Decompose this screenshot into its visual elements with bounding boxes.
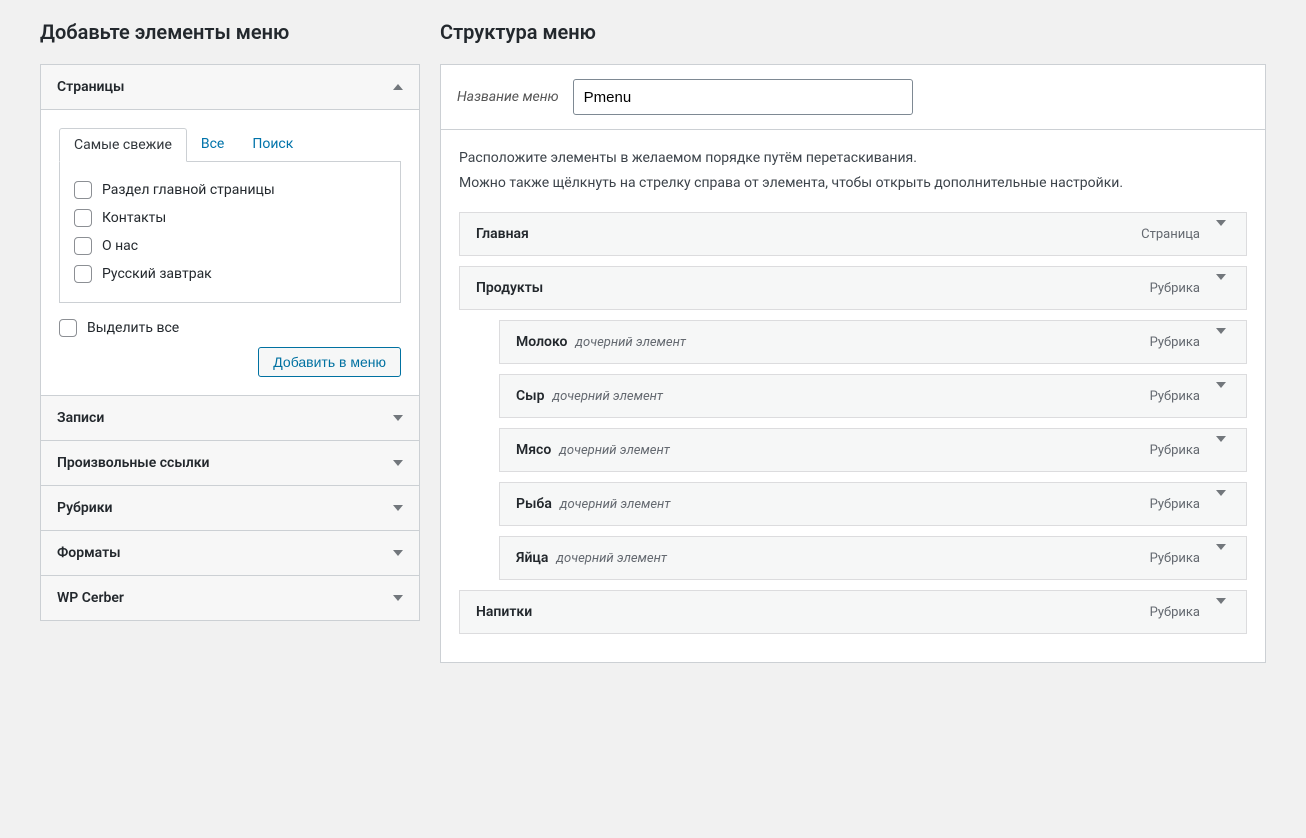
pages-tabs: Самые свежие Все Поиск: [59, 128, 401, 162]
menu-item-title: Молоко: [516, 334, 567, 350]
panel-customlinks-label: Произвольные ссылки: [57, 455, 210, 471]
panel-pages-body: Самые свежие Все Поиск Раздел главной ст…: [41, 110, 419, 396]
pages-tab-panel: Раздел главной страницы Контакты О нас Р…: [59, 161, 401, 303]
menu-item-type: Рубрика: [1150, 443, 1200, 458]
chevron-down-icon: [1216, 328, 1226, 350]
checkbox-icon[interactable]: [74, 265, 92, 283]
panel-formats-label: Форматы: [57, 545, 121, 561]
menu-item-title: Яйца: [516, 550, 548, 566]
menu-item-type: Рубрика: [1150, 335, 1200, 350]
menu-name-input[interactable]: [573, 79, 913, 115]
panel-posts-label: Записи: [57, 410, 104, 426]
panel-pages-label: Страницы: [57, 79, 124, 95]
page-item-label: Контакты: [102, 210, 166, 226]
menu-item-title: Рыба: [516, 496, 552, 512]
menu-item-toggle[interactable]: [1212, 226, 1230, 242]
menu-item-sublabel: дочерний элемент: [575, 335, 686, 350]
tab-search[interactable]: Поиск: [238, 128, 307, 162]
panel-categories-header[interactable]: Рубрики: [41, 486, 419, 531]
chevron-down-icon: [393, 550, 403, 556]
menu-item-sublabel: дочерний элемент: [556, 551, 667, 566]
menu-items-list: Главная Страница Продукты Рубрика: [459, 212, 1247, 634]
menu-item-title: Мясо: [516, 442, 551, 458]
chevron-down-icon: [1216, 598, 1226, 620]
chevron-down-icon: [1216, 220, 1226, 242]
chevron-down-icon: [1216, 274, 1226, 296]
menu-item-toggle[interactable]: [1212, 442, 1230, 458]
menu-item-type: Рубрика: [1150, 551, 1200, 566]
structure-heading: Структура меню: [440, 20, 1266, 44]
chevron-down-icon: [1216, 382, 1226, 404]
menu-item-title: Сыр: [516, 388, 544, 404]
panel-posts-header[interactable]: Записи: [41, 396, 419, 441]
menu-item[interactable]: Продукты Рубрика: [459, 266, 1247, 310]
chevron-up-icon: [393, 84, 403, 90]
checkbox-icon[interactable]: [59, 319, 77, 337]
select-all-label: Выделить все: [87, 320, 179, 336]
chevron-down-icon: [1216, 436, 1226, 458]
menu-item-type: Рубрика: [1150, 497, 1200, 512]
panel-categories-label: Рубрики: [57, 500, 112, 516]
tab-recent[interactable]: Самые свежие: [59, 128, 187, 162]
menu-item[interactable]: Молоко дочерний элемент Рубрика: [499, 320, 1247, 364]
menu-item[interactable]: Рыба дочерний элемент Рубрика: [499, 482, 1247, 526]
page-item[interactable]: Раздел главной страницы: [74, 176, 386, 204]
menu-item-sublabel: дочерний элемент: [552, 389, 663, 404]
page-item[interactable]: Русский завтрак: [74, 260, 386, 288]
menu-item-toggle[interactable]: [1212, 604, 1230, 620]
menu-item-toggle[interactable]: [1212, 550, 1230, 566]
menu-item-title: Напитки: [476, 604, 532, 620]
menu-name-bar: Название меню: [440, 64, 1266, 130]
add-elements-heading: Добавьте элементы меню: [40, 20, 420, 44]
menu-name-label: Название меню: [457, 89, 559, 105]
menu-item-toggle[interactable]: [1212, 496, 1230, 512]
panel-wpcerber-label: WP Cerber: [57, 590, 124, 606]
panel-formats-header[interactable]: Форматы: [41, 531, 419, 576]
page-item[interactable]: О нас: [74, 232, 386, 260]
menu-item[interactable]: Главная Страница: [459, 212, 1247, 256]
menu-item-type: Рубрика: [1150, 389, 1200, 404]
chevron-down-icon: [1216, 544, 1226, 566]
menu-item[interactable]: Напитки Рубрика: [459, 590, 1247, 634]
chevron-down-icon: [1216, 490, 1226, 512]
add-to-menu-button[interactable]: Добавить в меню: [258, 347, 401, 377]
checkbox-icon[interactable]: [74, 237, 92, 255]
checkbox-icon[interactable]: [74, 181, 92, 199]
menu-item[interactable]: Мясо дочерний элемент Рубрика: [499, 428, 1247, 472]
menu-item[interactable]: Сыр дочерний элемент Рубрика: [499, 374, 1247, 418]
checkbox-icon[interactable]: [74, 209, 92, 227]
menu-item-title: Главная: [476, 226, 529, 242]
chevron-down-icon: [393, 460, 403, 466]
menu-item-toggle[interactable]: [1212, 388, 1230, 404]
page-item-label: Русский завтрак: [102, 266, 212, 282]
menu-item-type: Рубрика: [1150, 605, 1200, 620]
page-item[interactable]: Контакты: [74, 204, 386, 232]
menu-item-title: Продукты: [476, 280, 543, 296]
menu-item-sublabel: дочерний элемент: [560, 497, 671, 512]
page-item-label: О нас: [102, 238, 138, 254]
panel-wpcerber-header[interactable]: WP Cerber: [41, 576, 419, 620]
menu-structure-body: Расположите элементы в желаемом порядке …: [440, 130, 1266, 663]
menu-item-toggle[interactable]: [1212, 334, 1230, 350]
accordion-container: Страницы Самые свежие Все Поиск Раздел г…: [40, 64, 420, 621]
panel-pages-header[interactable]: Страницы: [41, 65, 419, 110]
select-all-row[interactable]: Выделить все: [59, 319, 401, 337]
help-text-2: Можно также щёлкнуть на стрелку справа о…: [459, 173, 1247, 194]
chevron-down-icon: [393, 595, 403, 601]
help-text-1: Расположите элементы в желаемом порядке …: [459, 148, 1247, 169]
menu-item[interactable]: Яйца дочерний элемент Рубрика: [499, 536, 1247, 580]
menu-item-type: Страница: [1141, 227, 1200, 242]
menu-item-toggle[interactable]: [1212, 280, 1230, 296]
menu-item-sublabel: дочерний элемент: [559, 443, 670, 458]
chevron-down-icon: [393, 505, 403, 511]
page-item-label: Раздел главной страницы: [102, 182, 275, 198]
chevron-down-icon: [393, 415, 403, 421]
menu-item-type: Рубрика: [1150, 281, 1200, 296]
tab-all[interactable]: Все: [187, 128, 238, 162]
panel-customlinks-header[interactable]: Произвольные ссылки: [41, 441, 419, 486]
